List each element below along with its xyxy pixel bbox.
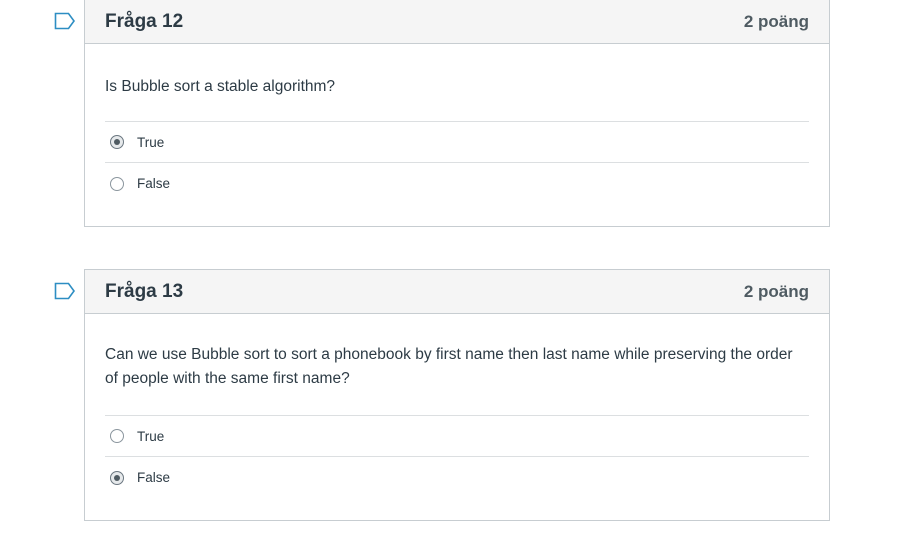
question-title: Fråga 12 xyxy=(105,10,184,32)
question-points: 2 poäng xyxy=(743,11,809,31)
answer-option-false[interactable]: False xyxy=(105,163,809,204)
answer-label: True xyxy=(137,428,165,444)
answer-list: True False xyxy=(105,121,809,204)
question-text: Can we use Bubble sort to sort a phonebo… xyxy=(105,346,793,387)
flag-question-12-icon[interactable] xyxy=(54,12,76,30)
answer-list: True False xyxy=(105,415,809,498)
answer-label: False xyxy=(137,176,171,191)
answer-label: False xyxy=(137,470,171,485)
radio-unselected-icon[interactable] xyxy=(110,176,124,191)
answer-label: True xyxy=(137,134,165,150)
answer-option-true[interactable]: True xyxy=(105,122,809,163)
answer-option-false[interactable]: False xyxy=(105,457,809,498)
question-title: Fråga 13 xyxy=(105,280,184,302)
radio-selected-icon[interactable] xyxy=(110,135,124,149)
question-text: Is Bubble sort a stable algorithm? xyxy=(105,78,336,95)
question-card: Fråga 13 2 poäng Can we use Bubble sort … xyxy=(84,269,830,521)
question-body: Can we use Bubble sort to sort a phonebo… xyxy=(85,314,829,498)
question-points: 2 poäng xyxy=(743,281,809,301)
radio-selected-icon[interactable] xyxy=(110,470,124,485)
radio-unselected-icon[interactable] xyxy=(110,429,124,443)
answer-option-true[interactable]: True xyxy=(105,416,809,457)
question-header: Fråga 13 2 poäng xyxy=(85,270,829,314)
question-header: Fråga 12 2 poäng xyxy=(85,0,829,44)
question-card: Fråga 12 2 poäng Is Bubble sort a stable… xyxy=(84,0,830,227)
flag-question-13-icon[interactable] xyxy=(54,282,76,300)
question-body: Is Bubble sort a stable algorithm? True … xyxy=(85,44,829,204)
